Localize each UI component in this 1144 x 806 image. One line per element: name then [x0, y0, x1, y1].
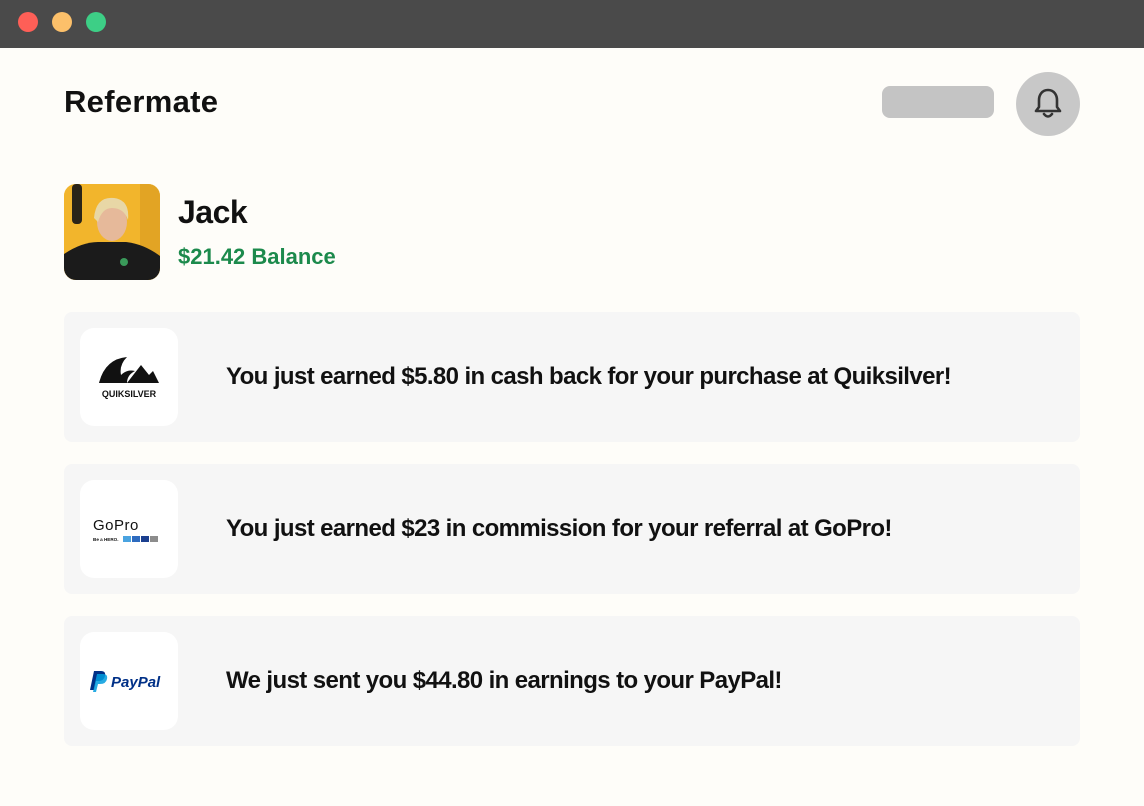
- bell-icon: [1034, 88, 1062, 118]
- paypal-logo: PayPal: [80, 632, 178, 730]
- quiksilver-logo: QUIKSILVER: [80, 328, 178, 426]
- notifications-button[interactable]: [1016, 72, 1080, 136]
- notification-message: You just earned $5.80 in cash back for y…: [226, 363, 952, 390]
- gopro-icon: GoPro Be a HERO.: [93, 517, 158, 542]
- window-titlebar: [0, 0, 1144, 48]
- close-window-button[interactable]: [18, 12, 38, 32]
- notification-card[interactable]: QUIKSILVER You just earned $5.80 in cash…: [64, 312, 1080, 442]
- notification-card[interactable]: GoPro Be a HERO. You just earned $23 in …: [64, 464, 1080, 594]
- minimize-window-button[interactable]: [52, 12, 72, 32]
- notification-message: You just earned $23 in commission for yo…: [226, 515, 892, 542]
- maximize-window-button[interactable]: [86, 12, 106, 32]
- brand-title: Refermate: [64, 84, 219, 119]
- paypal-icon: PayPal: [90, 671, 161, 692]
- notification-card[interactable]: PayPal We just sent you $44.80 in earnin…: [64, 616, 1080, 746]
- gopro-logo: GoPro Be a HERO.: [80, 480, 178, 578]
- quiksilver-icon: QUIKSILVER: [99, 357, 159, 399]
- gopro-tagline: Be a HERO.: [93, 537, 119, 542]
- notification-message: We just sent you $44.80 in earnings to y…: [226, 667, 782, 694]
- balance: $21.42 Balance: [178, 244, 336, 269]
- user-name: Jack: [178, 194, 248, 230]
- gopro-logo-text: GoPro: [93, 517, 139, 534]
- avatar[interactable]: [64, 184, 160, 280]
- header-placeholder-button[interactable]: [882, 86, 994, 118]
- paypal-logo-text: PayPal: [111, 674, 161, 691]
- avatar-photo: [64, 184, 160, 280]
- quiksilver-logo-text: QUIKSILVER: [102, 389, 157, 399]
